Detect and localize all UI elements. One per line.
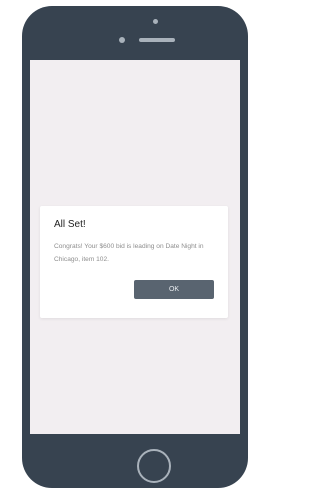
ok-button[interactable]: OK bbox=[134, 280, 214, 299]
earpiece-speaker-icon bbox=[139, 38, 175, 42]
dialog-title: All Set! bbox=[54, 219, 86, 230]
proximity-sensor-icon bbox=[119, 37, 125, 43]
page: All Set! Congrats! Your $600 bid is lead… bbox=[0, 0, 253, 492]
home-button[interactable] bbox=[137, 449, 171, 483]
front-camera-icon bbox=[153, 19, 158, 24]
dialog-message: Congrats! Your $600 bid is leading on Da… bbox=[54, 243, 204, 263]
alert-dialog: All Set! Congrats! Your $600 bid is lead… bbox=[40, 206, 228, 318]
